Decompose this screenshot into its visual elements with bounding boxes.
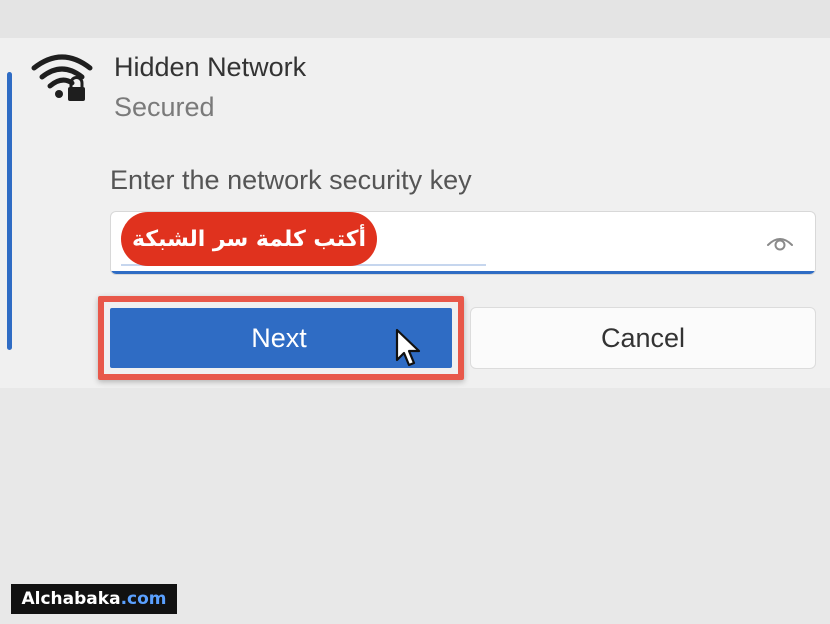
eye-icon[interactable] bbox=[766, 233, 794, 253]
input-focus-underline bbox=[111, 271, 815, 274]
selection-accent-bar bbox=[7, 72, 12, 350]
annotation-badge: أكتب كلمة سر الشبكة bbox=[121, 212, 377, 266]
network-name: Hidden Network bbox=[114, 52, 307, 82]
watermark-tld: .com bbox=[120, 589, 167, 609]
mouse-cursor-icon bbox=[395, 328, 421, 367]
network-status: Secured bbox=[114, 92, 215, 122]
wifi-secured-icon bbox=[31, 54, 93, 101]
security-key-label: Enter the network security key bbox=[110, 165, 472, 195]
site-watermark: Alchabaka .com bbox=[11, 584, 177, 614]
top-strip bbox=[0, 0, 830, 38]
watermark-main: Alchabaka bbox=[21, 589, 121, 609]
cancel-button[interactable]: Cancel bbox=[470, 307, 816, 369]
